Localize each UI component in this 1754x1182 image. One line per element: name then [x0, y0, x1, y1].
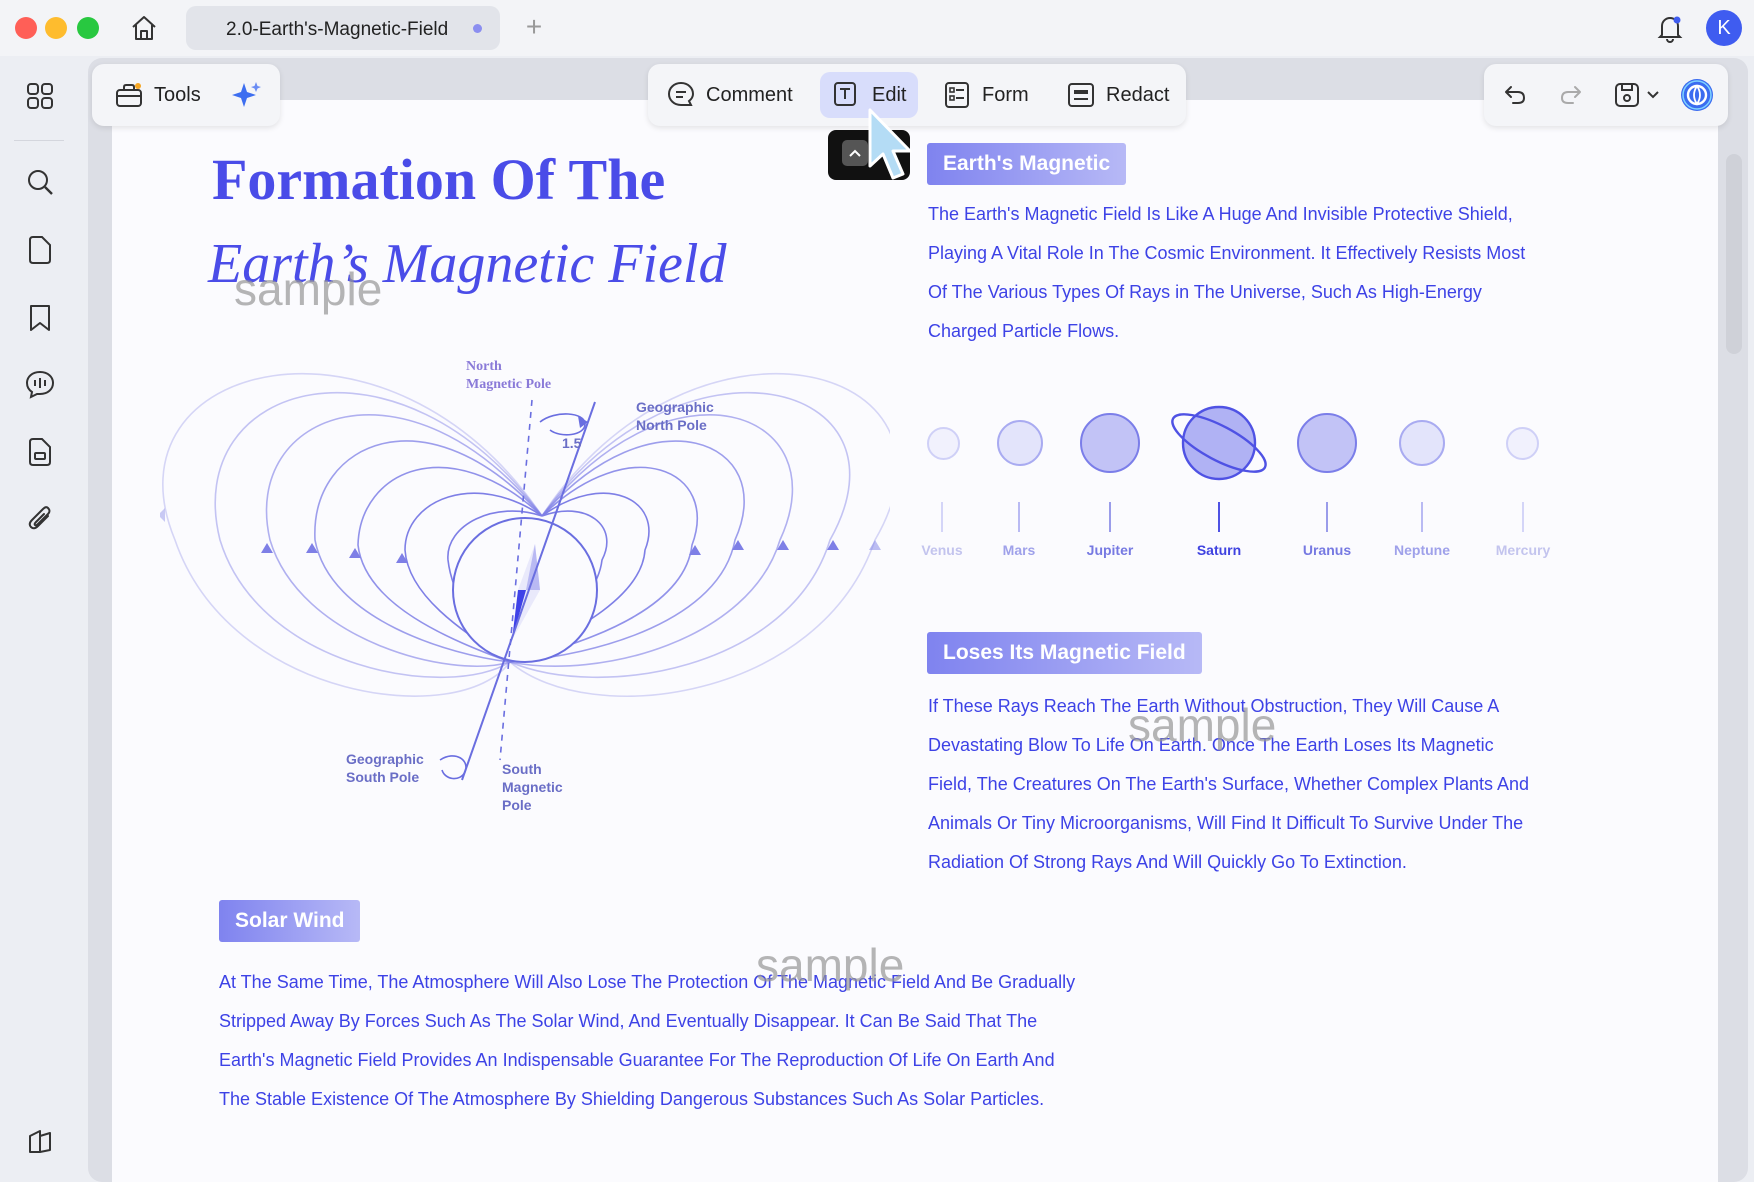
history-toolbar	[1484, 64, 1728, 126]
edit-label: Edit	[872, 83, 907, 106]
planet-mars	[997, 420, 1043, 466]
planet-stick-neptune	[1421, 502, 1423, 532]
planet-stick-jupiter	[1109, 502, 1111, 532]
undo-icon[interactable]	[1496, 76, 1534, 114]
unsaved-dot	[473, 24, 482, 33]
left-sidebar	[0, 56, 78, 1182]
watermark: sample	[1128, 699, 1277, 751]
document-tab[interactable]: 2.0-Earth's-Magnetic-Field	[186, 6, 500, 50]
planet-name-mars: Mars	[1002, 542, 1036, 558]
stamp-icon[interactable]	[20, 432, 60, 472]
comment-button[interactable]: Comment	[654, 72, 805, 118]
planet-name-saturn: Saturn	[1196, 542, 1242, 558]
form-icon	[945, 82, 969, 108]
form-button[interactable]: Form	[930, 72, 1041, 118]
search-icon[interactable]	[20, 162, 60, 202]
planet-venus	[927, 427, 960, 460]
label-geographic-south-pole: Geographic South Pole	[346, 751, 424, 785]
label-south-magnetic-pole: South Magnetic Pole	[502, 761, 563, 813]
planet-neptune	[1399, 420, 1445, 466]
comment-icon	[667, 81, 695, 106]
vertical-scrollbar[interactable]	[1726, 154, 1742, 354]
planet-stick-saturn	[1218, 502, 1220, 532]
chevron-up-icon	[842, 140, 868, 166]
redact-button[interactable]: Redact	[1054, 72, 1181, 118]
comments-icon[interactable]	[20, 364, 60, 404]
label-north-magnetic-pole: North Magnetic Pole	[466, 359, 552, 392]
planet-saturn	[1171, 405, 1267, 481]
title-bar: 2.0-Earth's-Magnetic-Field + K	[0, 0, 1754, 56]
planet-name-neptune: Neptune	[1394, 542, 1450, 558]
ai-sparkle-icon[interactable]	[228, 76, 266, 114]
redact-label: Redact	[1106, 83, 1170, 106]
attachment-icon[interactable]	[20, 498, 60, 538]
document-title-line1[interactable]: Formation Of The	[212, 146, 665, 213]
planet-stick-mercury	[1522, 502, 1524, 532]
planet-uranus	[1297, 413, 1357, 473]
grid-icon[interactable]	[20, 76, 60, 116]
bookmark-icon[interactable]	[20, 298, 60, 338]
heading-solar-wind[interactable]: Solar Wind	[219, 900, 361, 942]
heading-earths-magnetic[interactable]: Earth's Magnetic	[927, 143, 1127, 185]
minimize-window-button[interactable]	[45, 17, 67, 39]
magnetic-field-diagram	[160, 373, 890, 781]
planet-stick-uranus	[1326, 502, 1328, 532]
planet-stick-venus	[941, 502, 943, 532]
label-geographic-north-pole: Geographic North Pole	[636, 399, 714, 433]
toolbox-icon	[116, 83, 142, 107]
planet-stick-mars	[1018, 502, 1020, 532]
mouse-pointer-icon	[868, 108, 912, 180]
planet-jupiter	[1080, 413, 1140, 473]
planet-mercury	[1506, 427, 1539, 460]
page-icon[interactable]	[20, 230, 60, 270]
tab-title: 2.0-Earth's-Magnetic-Field	[226, 19, 449, 40]
paragraph-solar-wind[interactable]: At The Same Time, The Atmosphere Will Al…	[219, 963, 1075, 1119]
sidebar-divider	[14, 140, 64, 141]
planet-name-uranus: Uranus	[1302, 542, 1352, 558]
watermark: sample	[756, 939, 905, 991]
tools-button[interactable]: Tools	[102, 72, 213, 118]
home-icon[interactable]	[126, 10, 162, 46]
redo-icon[interactable]	[1552, 76, 1590, 114]
heading-loses-magnetic-field[interactable]: Loses Its Magnetic Field	[927, 632, 1202, 674]
close-window-button[interactable]	[15, 17, 37, 39]
avatar[interactable]: K	[1706, 10, 1742, 46]
planet-name-jupiter: Jupiter	[1086, 542, 1134, 558]
sidebar-toggle-icon[interactable]	[20, 1122, 60, 1162]
watermark: sample	[234, 263, 383, 315]
zoom-window-button[interactable]	[77, 17, 99, 39]
chevron-down-icon[interactable]	[1640, 76, 1666, 114]
redact-icon	[1068, 83, 1094, 107]
planet-name-mercury: Mercury	[1495, 542, 1551, 558]
form-label: Form	[982, 83, 1029, 106]
notification-bell-icon[interactable]	[1650, 8, 1690, 48]
paragraph-earths-magnetic[interactable]: The Earth's Magnetic Field Is Like A Hug…	[928, 195, 1525, 351]
ai-assistant-icon[interactable]	[1678, 76, 1716, 114]
new-tab-button[interactable]: +	[516, 10, 552, 46]
edit-mode-toolbar: Comment Edit Form Redact	[648, 64, 1186, 126]
tools-label: Tools	[154, 83, 201, 106]
comment-label: Comment	[706, 83, 793, 106]
tools-toolbar: Tools	[92, 64, 280, 126]
edit-text-icon	[834, 82, 856, 106]
label-angle: 1.5	[562, 435, 582, 451]
